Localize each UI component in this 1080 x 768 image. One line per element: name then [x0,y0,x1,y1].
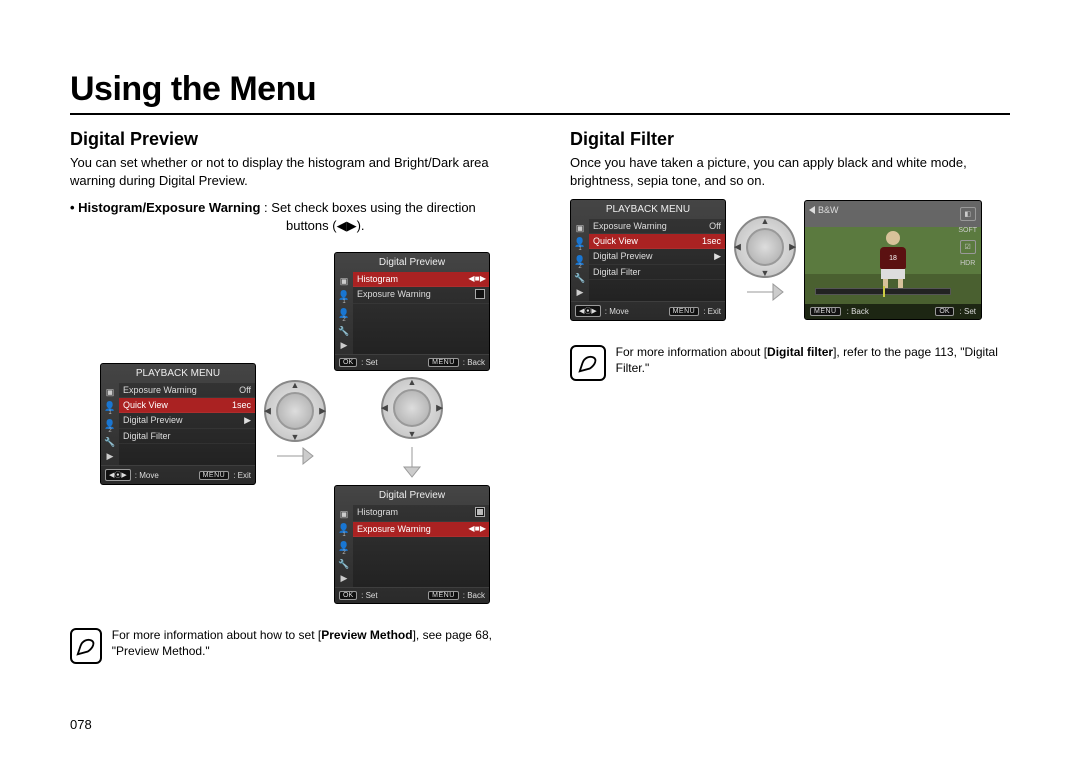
lcd-playback-menu-left: PLAYBACK MENU ▣ 👤1 👤2 🔧 ▶ Exposure Warni… [100,363,256,485]
filter-mode-label: B&W [818,205,839,215]
lcd2-title: Digital Preview [335,253,489,272]
lcd-digital-preview-1: Digital Preview ▣ 👤1 👤2 🔧 ▶ Histogram◀ ■… [334,252,490,371]
lcd3-footer-left-chip: OK [339,591,357,600]
filter-slider-bar [815,288,951,295]
camera-icon: ▣ [337,275,351,287]
wrench-icon: 🔧 [103,436,117,448]
direction-dial-icon: ▲▼ ◀▶ [264,380,326,442]
note-left-bold: Preview Method [321,628,412,642]
filter-hdr-label: HDR [960,260,975,267]
play-icon: ▶ [337,572,351,584]
lcd-digital-preview-2: Digital Preview ▣ 👤1 👤2 🔧 ▶ Histogram [334,485,490,604]
rlcd1-footer-left-chip: ◀⦿▶ [575,305,601,317]
fp-footer-left-chip: MENU [810,307,841,316]
direction-dial-icon: ▲▼ ◀▶ [381,377,443,439]
lcd2-footer-left-chip: OK [339,358,357,367]
play-icon: ▶ [573,286,587,298]
direction-dial-icon: ▲▼ ◀▶ [734,216,796,278]
lcd1-title: PLAYBACK MENU [101,364,255,383]
lcd3-footer-left: : Set [361,591,377,600]
lcd1-footer-right: : Exit [233,471,251,480]
rlcd1-row-digitalpreview: Digital Preview▶ [589,249,725,265]
lcd3-row-histogram: Histogram [353,505,489,522]
rlcd1-title: PLAYBACK MENU [571,200,725,219]
note-left-pre: For more information about how to set [ [112,628,321,642]
lcd1-footer-right-chip: MENU [199,471,230,480]
lcd3-title: Digital Preview [335,486,489,505]
lcd3-side-icons: ▣ 👤1 👤2 🔧 ▶ [335,505,353,587]
lcd2-footer-right-chip: MENU [428,358,459,367]
wrench-icon: 🔧 [337,325,351,337]
lcd3-footer-right-chip: MENU [428,591,459,600]
page-number: 078 [70,717,92,732]
histogram-bullet-line2: buttons (◀▶). [70,217,530,235]
lcd2-row-exposure: Exposure Warning [353,287,489,304]
flow-arrow-right-icon [275,444,315,468]
rlcd1-footer-right-chip: MENU [669,307,700,316]
fp-footer-left: : Back [847,307,869,316]
fp-footer-right-chip: OK [935,307,953,316]
play-icon: ▶ [337,339,351,351]
lcd1-row-digitalpreview: Digital Preview▶ [119,413,255,429]
section-title-digital-filter: Digital Filter [570,129,1030,150]
section-title-digital-preview: Digital Preview [70,129,530,150]
lcd3-footer-right: : Back [463,591,485,600]
wrench-icon: 🔧 [573,272,587,284]
camera-icon: ▣ [103,386,117,398]
lcd-side-icons: ▣ 👤1 👤2 🔧 ▶ [101,383,119,465]
lcd2-row-histogram: Histogram◀ ■ ▶ [353,272,489,287]
lcd1-row-digitalfilter: Digital Filter [119,429,255,444]
rlcd1-footer-right: : Exit [703,307,721,316]
note-right-pre: For more information about [ [616,345,767,359]
left-triangle-icon [809,206,815,214]
page-title: Using the Menu [70,70,1010,115]
histogram-bullet-rest2: buttons (◀▶). [286,218,365,233]
note-right-bold: Digital filter [767,345,833,359]
histogram-bullet-rest: Set check boxes using the direction [271,200,476,215]
jersey-number: 18 [880,247,906,269]
note-digital-filter: For more information about [Digital filt… [570,345,1030,381]
digital-preview-intro: You can set whether or not to display th… [70,154,530,189]
note-preview-method: For more information about how to set [P… [70,628,530,664]
lcd1-footer-left: : Move [135,471,159,480]
filter-right-icons: ◧ SOFT ☑ HDR [958,207,977,267]
rlcd1-row-quickview: Quick View1sec [589,234,725,249]
wrench-icon: 🔧 [337,558,351,570]
rlcd1-side-icons: ▣ 👤1 👤2 🔧 ▶ [571,219,589,301]
lcd2-footer-left: : Set [361,358,377,367]
histogram-bullet-label: • Histogram/Exposure Warning [70,200,260,215]
lcd2-side-icons: ▣ 👤1 👤2 🔧 ▶ [335,272,353,354]
lcd3-row-exposure: Exposure Warning◀ ■ ▶ [353,522,489,537]
lcd1-footer-left-chip: ◀⦿▶ [105,469,131,481]
filter-icon-2: ☑ [960,240,976,254]
lcd-playback-menu-right: PLAYBACK MENU ▣ 👤1 👤2 🔧 ▶ Exposure Warni… [570,199,726,321]
rlcd1-row-digitalfilter: Digital Filter [589,265,725,280]
note-pencil-icon [570,345,606,381]
lcd1-row-exposure: Exposure WarningOff [119,383,255,398]
flow-arrow-right-icon [745,280,785,304]
histogram-bullet-sep: : [260,200,271,215]
filter-preview-image: B&W ◧ SOFT ☑ HDR 18 [804,200,982,320]
note-pencil-icon [70,628,102,664]
filter-icon-1: ◧ [960,207,976,221]
flow-arrow-down-icon [400,445,424,479]
camera-icon: ▣ [573,222,587,234]
filter-soft-label: SOFT [958,227,977,234]
play-icon: ▶ [103,450,117,462]
rlcd1-row-exposure: Exposure WarningOff [589,219,725,234]
digital-filter-intro: Once you have taken a picture, you can a… [570,154,1030,189]
rlcd1-footer-left: : Move [605,307,629,316]
histogram-bullet-line1: • Histogram/Exposure Warning : Set check… [70,199,530,217]
person-photo-illustration: 18 [876,231,910,291]
left-column: Digital Preview You can set whether or n… [70,127,530,664]
fp-footer-right: : Set [960,307,976,316]
camera-icon: ▣ [337,508,351,520]
lcd2-footer-right: : Back [463,358,485,367]
lcd1-row-quickview: Quick View1sec [119,398,255,413]
right-column: Digital Filter Once you have taken a pic… [570,127,1030,664]
